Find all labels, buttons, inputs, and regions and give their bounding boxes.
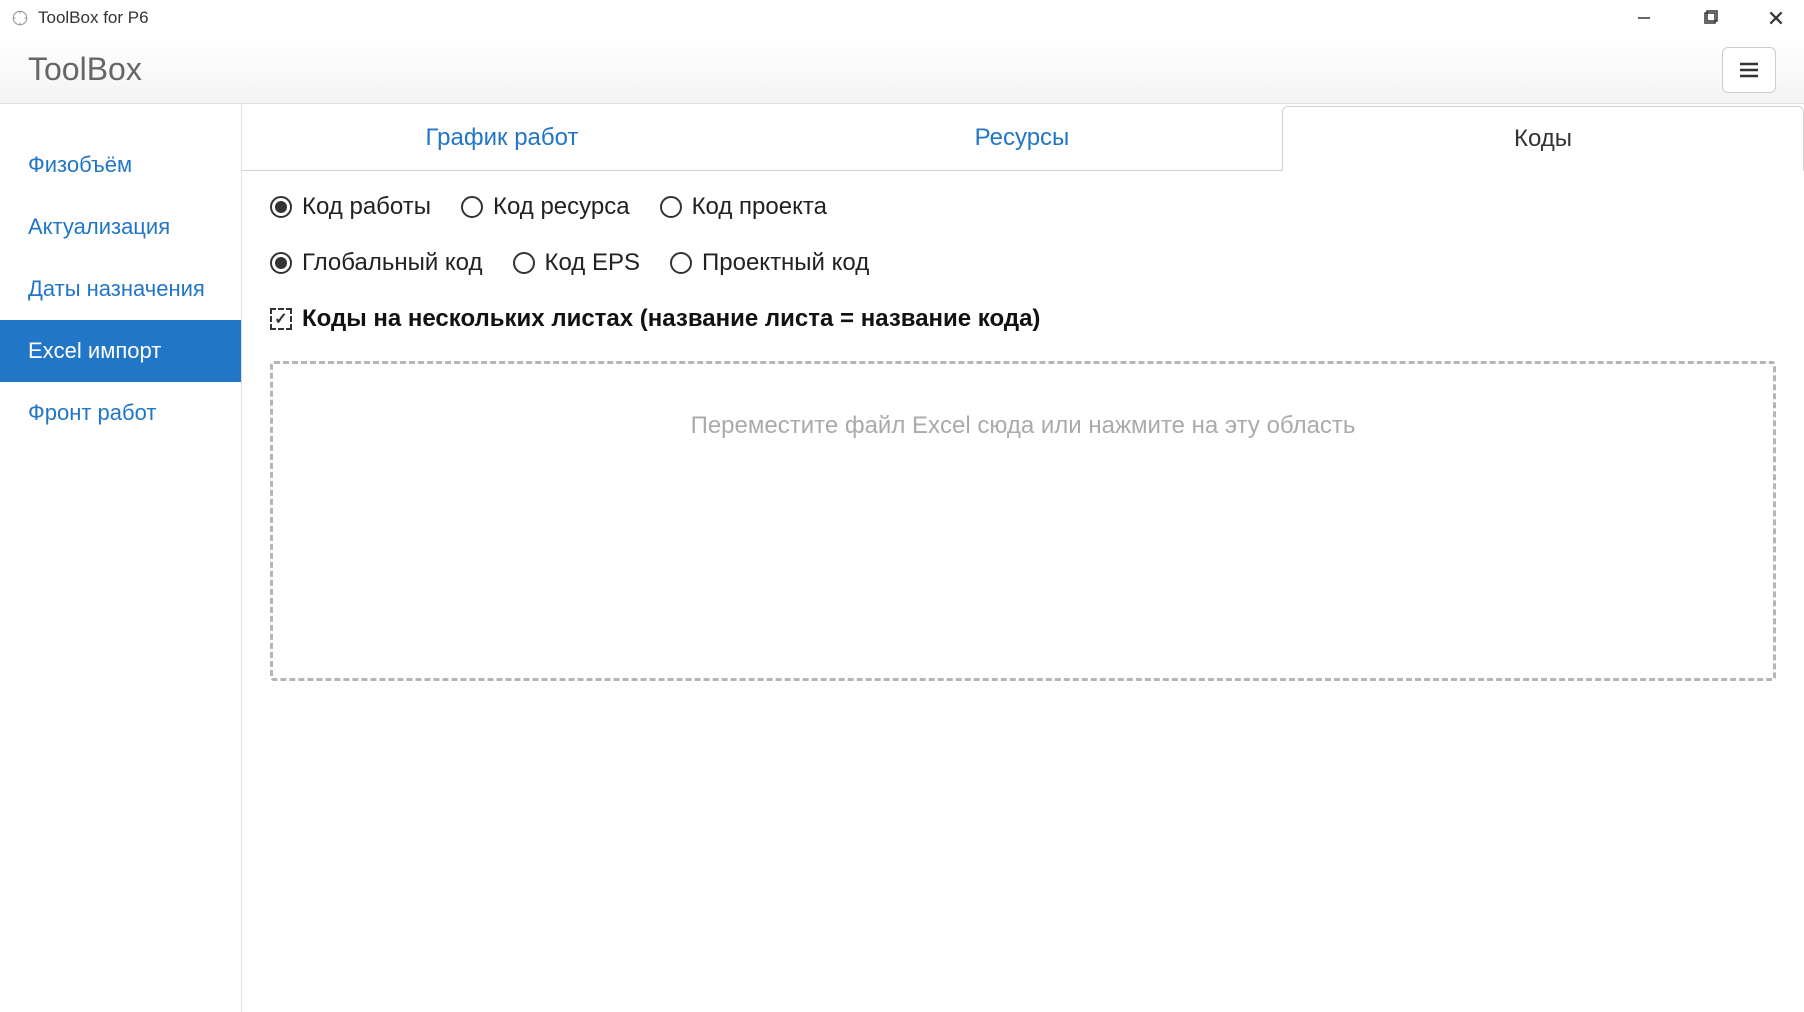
- content: Физобъём Актуализация Даты назначения Ex…: [0, 104, 1804, 1012]
- window-controls: [1626, 0, 1794, 36]
- window-title: ToolBox for P6: [38, 8, 1626, 28]
- app-icon: [10, 8, 30, 28]
- radio-label: Код работы: [302, 193, 431, 221]
- radio-icon: [660, 196, 682, 218]
- radio-kod-resursa[interactable]: Код ресурса: [461, 193, 630, 221]
- titlebar: ToolBox for P6: [0, 0, 1804, 36]
- menu-button[interactable]: [1722, 47, 1776, 93]
- close-button[interactable]: [1758, 0, 1794, 36]
- radio-globalny-kod[interactable]: Глобальный код: [270, 249, 483, 277]
- checkbox-multi-sheets[interactable]: Коды на нескольких листах (название лист…: [242, 305, 1804, 333]
- radio-proektny-kod[interactable]: Проектный код: [670, 249, 869, 277]
- radio-icon: [670, 252, 692, 274]
- radio-kod-proekta[interactable]: Код проекта: [660, 193, 827, 221]
- dropzone-text: Переместите файл Excel сюда или нажмите …: [273, 412, 1773, 440]
- sidebar-item-front-rabot[interactable]: Фронт работ: [0, 382, 241, 444]
- radio-label: Код проекта: [692, 193, 827, 221]
- radio-icon: [513, 252, 535, 274]
- file-dropzone[interactable]: Переместите файл Excel сюда или нажмите …: [270, 361, 1776, 681]
- radio-icon: [270, 196, 292, 218]
- tabs: График работ Ресурсы Коды: [242, 106, 1804, 171]
- tab-grafik-rabot[interactable]: График работ: [242, 106, 762, 171]
- sidebar-item-excel-import[interactable]: Excel импорт: [0, 320, 241, 382]
- main-panel: График работ Ресурсы Коды Код работы Код…: [242, 104, 1804, 1012]
- tab-resursy[interactable]: Ресурсы: [762, 106, 1282, 171]
- sidebar: Физобъём Актуализация Даты назначения Ex…: [0, 104, 242, 1012]
- header: ToolBox: [0, 36, 1804, 104]
- sidebar-item-aktualizaciya[interactable]: Актуализация: [0, 196, 241, 258]
- maximize-button[interactable]: [1692, 0, 1728, 36]
- sidebar-item-daty[interactable]: Даты назначения: [0, 258, 241, 320]
- sidebar-item-fizobem[interactable]: Физобъём: [0, 134, 241, 196]
- radio-icon: [461, 196, 483, 218]
- radio-label: Код ресурса: [493, 193, 630, 221]
- radio-label: Проектный код: [702, 249, 869, 277]
- radio-label: Глобальный код: [302, 249, 483, 277]
- checkbox-label: Коды на нескольких листах (название лист…: [302, 305, 1040, 333]
- checkbox-icon: [270, 308, 292, 330]
- radio-group-code-type: Код работы Код ресурса Код проекта Глоба…: [242, 171, 1804, 277]
- radio-kod-raboty[interactable]: Код работы: [270, 193, 431, 221]
- tab-kody[interactable]: Коды: [1282, 106, 1804, 171]
- radio-label: Код EPS: [545, 249, 641, 277]
- minimize-button[interactable]: [1626, 0, 1662, 36]
- radio-kod-eps[interactable]: Код EPS: [513, 249, 641, 277]
- app-title: ToolBox: [28, 51, 1722, 88]
- radio-icon: [270, 252, 292, 274]
